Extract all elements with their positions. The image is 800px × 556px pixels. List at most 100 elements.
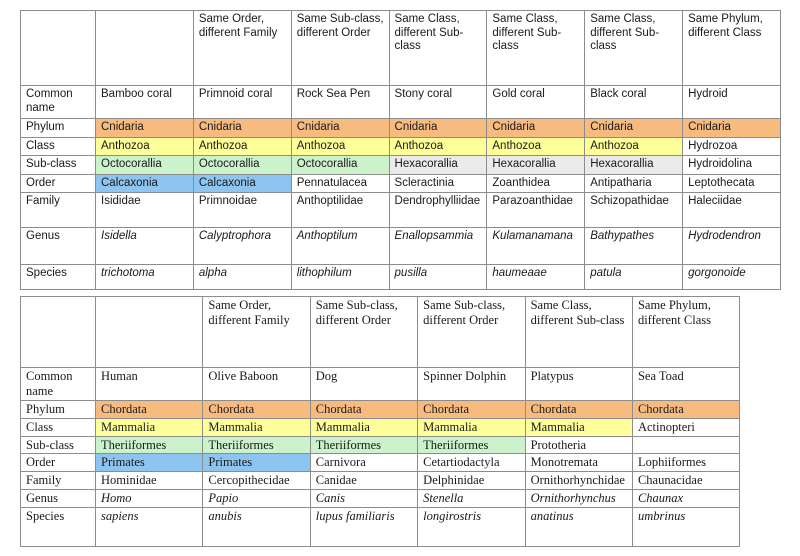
cell-family: Ornithorhynchidae (524, 471, 633, 490)
cell-class: Hydrozoa (682, 136, 781, 157)
cell-genus: Ornithorhynchus (524, 488, 633, 508)
cell-species: trichotoma (95, 264, 194, 291)
cell-class: Anthozoa (584, 136, 684, 157)
cell-phylum: Cnidaria (682, 118, 781, 138)
cell-order: Lophiiformes (631, 453, 741, 472)
cell-genus: Canis (309, 488, 419, 508)
table-row: Species trichotoma alpha lithophilum pusilla… (20, 264, 781, 291)
cell-order: Primates (202, 453, 311, 472)
cell-species: umbrinus (631, 506, 741, 547)
column-header-cell (95, 10, 194, 86)
cell-subclass: Theriiformes (309, 435, 419, 455)
cell-class: Mammalia (94, 417, 204, 437)
cell-subclass: Octocorallia (192, 155, 292, 175)
cell-species: gorgonoide (682, 264, 781, 291)
cell-common: Spinner Dolphin (417, 367, 526, 401)
table-row: Class Mammalia Mammalia Mammalia Mammalia Mam… (20, 417, 741, 437)
cell-family: Cercopithecidae (202, 471, 311, 490)
cell-order: Pennatulacea (290, 173, 390, 194)
column-header-cell: Same Order, different Family (192, 10, 292, 86)
table-row: Family Hominidae Cercopithecidae Canidae Del… (20, 471, 741, 490)
cell-species: patula (584, 264, 684, 291)
cell-subclass: Octocorallia (290, 155, 390, 175)
column-header-cell: Same Sub-class, different Order (417, 296, 526, 368)
cell-order: Zoanthidea (486, 173, 586, 194)
cell-phylum: Cnidaria (192, 118, 292, 138)
cell-common: Rock Sea Pen (290, 85, 390, 119)
cell-phylum: Chordata (309, 400, 419, 419)
cell-phylum: Chordata (631, 400, 741, 419)
cell-order: Primates (94, 453, 204, 472)
cell-phylum: Chordata (202, 400, 311, 419)
row-label-class: Class (20, 417, 96, 437)
cell-family: Anthoptilidae (290, 192, 390, 229)
row-label-common: Common name (20, 367, 96, 401)
cell-genus: Enallopsammia (388, 227, 488, 266)
cell-genus: Calyptrophora (192, 227, 292, 266)
vertebrate-table-body: Same Order, different Family Same Sub-cla… (20, 296, 741, 547)
column-header-cell: Same Sub-class, different Order (290, 10, 390, 86)
cell-order: Carnivora (309, 453, 419, 472)
cell-family: Schizopathidae (584, 192, 684, 229)
cell-class: Anthozoa (95, 136, 194, 157)
table-row: Class Anthozoa Anthozoa Anthozoa Anthozoa Ant… (20, 136, 781, 157)
header-row: Same Order, different Family Same Sub-cla… (20, 10, 781, 86)
cell-species: longirostris (417, 506, 526, 547)
column-header-cell: Same Class, different Sub-class (584, 10, 684, 86)
header-corner-cell (20, 296, 96, 368)
cell-common: Stony coral (388, 85, 488, 119)
row-label-subclass: Sub-class (20, 155, 96, 175)
cell-class: Anthozoa (388, 136, 488, 157)
cell-class: Mammalia (417, 417, 526, 437)
cell-subclass (631, 435, 741, 455)
cell-family: Hominidae (94, 471, 204, 490)
cell-order: Scleractinia (388, 173, 488, 194)
header-corner-cell (20, 10, 96, 86)
cell-genus: Anthoptilum (290, 227, 390, 266)
cell-family: Delphinidae (417, 471, 526, 490)
cell-species: sapiens (94, 506, 204, 547)
column-header-cell: Same Class, different Sub-class (388, 10, 488, 86)
cell-genus: Hydrodendron (682, 227, 781, 266)
table-row: Genus Homo Papio Canis Stenella Ornithorhynch… (20, 488, 741, 508)
row-label-class: Class (20, 136, 96, 157)
cell-phylum: Cnidaria (95, 118, 194, 138)
cell-common: Gold coral (486, 85, 586, 119)
cell-class: Actinopteri (631, 417, 741, 437)
table-row: Sub-class Theriiformes Theriiformes Theriif… (20, 435, 741, 455)
cell-subclass: Theriiformes (202, 435, 311, 455)
cell-class: Mammalia (202, 417, 311, 437)
cell-class: Anthozoa (290, 136, 390, 157)
cell-genus: Chaunax (631, 488, 741, 508)
cell-genus: Bathypathes (584, 227, 684, 266)
cell-class: Anthozoa (192, 136, 292, 157)
row-label-order: Order (20, 173, 96, 194)
column-header-cell: Same Sub-class, different Order (309, 296, 419, 368)
cell-family: Chaunacidae (631, 471, 741, 490)
table-row: Family Isididae Primnoidae Anthoptilidae Den… (20, 192, 781, 229)
cell-phylum: Chordata (524, 400, 633, 419)
row-label-genus: Genus (20, 488, 96, 508)
coral-table-body: Same Order, different Family Same Sub-cla… (20, 10, 781, 291)
table-row: Common name Bamboo coral Primnoid coral Roc… (20, 85, 781, 119)
header-row: Same Order, different Family Same Sub-cla… (20, 296, 741, 368)
cell-family: Primnoidae (192, 192, 292, 229)
row-label-species: Species (20, 264, 96, 291)
row-label-species: Species (20, 506, 96, 547)
cell-subclass: Hexacorallia (584, 155, 684, 175)
row-label-genus: Genus (20, 227, 96, 266)
cell-genus: Homo (94, 488, 204, 508)
table-row: Order Primates Primates Carnivora Cetartioda… (20, 453, 741, 472)
cell-subclass: Theriiformes (417, 435, 526, 455)
vertebrate-taxonomy-table: Same Order, different Family Same Sub-cla… (20, 296, 741, 547)
table-row: Common name Human Olive Baboon Dog Spinner D… (20, 367, 741, 401)
cell-species: alpha (192, 264, 292, 291)
cell-common: Bamboo coral (95, 85, 194, 119)
cell-family: Canidae (309, 471, 419, 490)
table-row: Phylum Cnidaria Cnidaria Cnidaria Cnidaria Cn… (20, 118, 781, 138)
cell-phylum: Cnidaria (486, 118, 586, 138)
cell-species: anatinus (524, 506, 633, 547)
cell-species: haumeaae (486, 264, 586, 291)
cell-order: Calcaxonia (192, 173, 292, 194)
cell-order: Antipatharia (584, 173, 684, 194)
